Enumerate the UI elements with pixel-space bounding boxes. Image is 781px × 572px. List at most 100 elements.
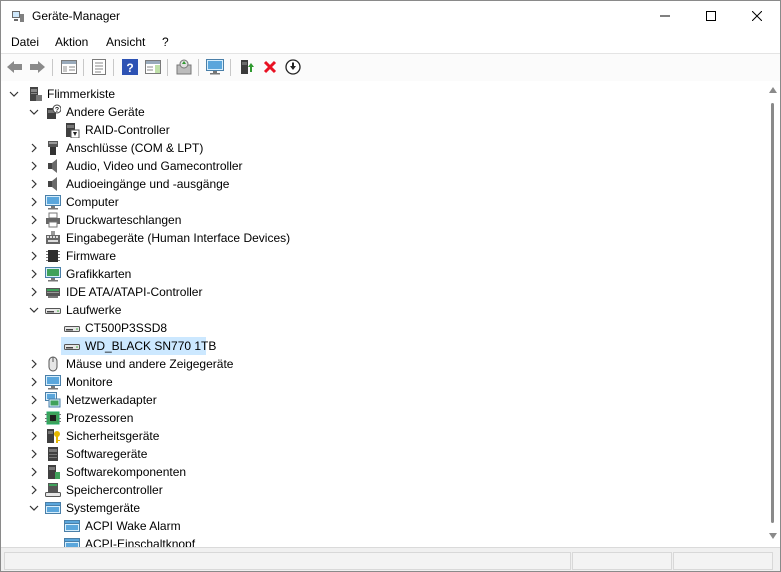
hid-icon bbox=[46, 231, 60, 244]
tree-category-druckwarteschlangen[interactable]: Druckwarteschlangen bbox=[1, 211, 761, 229]
device-manager-window: Geräte-Manager Datei Aktion Ansicht ? ? … bbox=[0, 0, 781, 572]
security-key-icon bbox=[47, 429, 60, 443]
close-icon bbox=[752, 11, 762, 21]
expand-chevron-icon[interactable] bbox=[29, 467, 39, 477]
tree-category-monitore[interactable]: Monitore bbox=[1, 373, 761, 391]
tree-item-label: Audio, Video und Gamecontroller bbox=[66, 159, 243, 173]
device-tree[interactable]: Flimmerkiste ? Andere Geräte RAID-Controll… bbox=[1, 81, 766, 547]
tree-item-label: Computer bbox=[66, 195, 119, 209]
expand-chevron-icon[interactable] bbox=[29, 395, 39, 405]
action-pane-button[interactable] bbox=[143, 58, 163, 76]
tree-category-laufwerke[interactable]: Laufwerke bbox=[1, 301, 761, 319]
expand-chevron-icon[interactable] bbox=[29, 179, 39, 189]
collapse-chevron-icon[interactable] bbox=[29, 503, 39, 513]
tree-category-audioeingänge-und-ausgänge[interactable]: Audioeingänge und -ausgänge bbox=[1, 175, 761, 193]
expand-chevron-icon[interactable] bbox=[29, 233, 39, 243]
tree-device-raid-controller[interactable]: RAID-Controller bbox=[1, 121, 761, 139]
tree-category-ide-ata-atapi-controller[interactable]: IDE ATA/ATAPI-Controller bbox=[1, 283, 761, 301]
tree-category-netzwerkadapter[interactable]: Netzwerkadapter bbox=[1, 391, 761, 409]
expand-chevron-icon[interactable] bbox=[29, 287, 39, 297]
tree-category-firmware[interactable]: Firmware bbox=[1, 247, 761, 265]
expand-chevron-icon[interactable] bbox=[29, 413, 39, 423]
show-hide-console-tree-icon bbox=[61, 60, 77, 74]
toolbar-separator bbox=[52, 59, 53, 76]
enable-device-button[interactable] bbox=[237, 58, 257, 76]
expand-chevron-icon[interactable] bbox=[29, 431, 39, 441]
forward-button[interactable] bbox=[27, 58, 47, 76]
toolbar-separator bbox=[83, 59, 84, 76]
maximize-icon bbox=[706, 11, 716, 21]
tree-category-speichercontroller[interactable]: Speichercontroller bbox=[1, 481, 761, 499]
collapse-chevron-icon[interactable] bbox=[29, 107, 39, 117]
menu-ansicht[interactable]: Ansicht bbox=[106, 35, 145, 49]
chip-icon bbox=[46, 250, 60, 262]
tree-item-label: Netzwerkadapter bbox=[66, 393, 157, 407]
tree-device-wd-black-sn770-1tb[interactable]: WD_BLACK SN770 1TB bbox=[1, 337, 761, 355]
console-tree-button[interactable] bbox=[59, 58, 79, 76]
menu-aktion[interactable]: Aktion bbox=[55, 35, 88, 49]
tree-category-grafikkarten[interactable]: Grafikkarten bbox=[1, 265, 761, 283]
status-cell-secondary bbox=[572, 552, 672, 570]
printer-icon bbox=[46, 212, 60, 228]
expand-chevron-icon[interactable] bbox=[29, 161, 39, 171]
help-icon: ? bbox=[122, 59, 138, 75]
tree-item-label: RAID-Controller bbox=[85, 123, 170, 137]
tree-item-label: Firmware bbox=[66, 249, 116, 263]
expand-chevron-icon[interactable] bbox=[29, 377, 39, 387]
expand-chevron-icon[interactable] bbox=[29, 449, 39, 459]
storage-controller-icon bbox=[45, 483, 61, 497]
tree-device-acpi-einschaltknopf[interactable]: ACPI-Einschaltknopf bbox=[1, 535, 761, 547]
close-button[interactable] bbox=[734, 1, 780, 31]
scrollbar-thumb[interactable] bbox=[771, 103, 774, 523]
enable-device-icon bbox=[241, 60, 254, 74]
tree-category-softwarekomponenten[interactable]: Softwarekomponenten bbox=[1, 463, 761, 481]
help-button[interactable]: ? bbox=[120, 58, 140, 76]
menu-help[interactable]: ? bbox=[162, 35, 169, 49]
maximize-button[interactable] bbox=[688, 1, 734, 31]
expand-chevron-icon[interactable] bbox=[29, 269, 39, 279]
tree-category-prozessoren[interactable]: Prozessoren bbox=[1, 409, 761, 427]
tree-category-anschlüsse-com-lpt[interactable]: Anschlüsse (COM & LPT) bbox=[1, 139, 761, 157]
tree-item-label: CT500P3SSD8 bbox=[85, 321, 168, 335]
back-button[interactable] bbox=[5, 58, 25, 76]
back-icon bbox=[7, 61, 22, 73]
collapse-chevron-icon[interactable] bbox=[29, 305, 39, 315]
expand-chevron-icon[interactable] bbox=[29, 215, 39, 225]
uninstall-device-button[interactable] bbox=[260, 58, 280, 76]
svg-text:?: ? bbox=[126, 61, 133, 75]
tree-item-label: Softwaregeräte bbox=[66, 447, 148, 461]
download-driver-button[interactable] bbox=[283, 58, 303, 76]
properties-button[interactable] bbox=[89, 58, 109, 76]
toolbar: ? bbox=[1, 53, 780, 82]
tree-item-label: ACPI Wake Alarm bbox=[85, 519, 181, 533]
tree-category-sicherheitsgeräte[interactable]: Sicherheitsgeräte bbox=[1, 427, 761, 445]
tree-root[interactable]: Flimmerkiste bbox=[1, 85, 761, 103]
scroll-down-arrow-icon[interactable] bbox=[769, 533, 777, 539]
tree-item-label: Mäuse und andere Zeigegeräte bbox=[66, 357, 234, 371]
tree-category-mäuse-und-andere-zeigegeräte[interactable]: Mäuse und andere Zeigegeräte bbox=[1, 355, 761, 373]
system-device-icon bbox=[64, 538, 80, 547]
scan-hardware-button[interactable] bbox=[205, 58, 225, 76]
tree-category-softwaregeräte[interactable]: Softwaregeräte bbox=[1, 445, 761, 463]
vertical-scrollbar[interactable] bbox=[766, 81, 780, 547]
status-cell-tertiary bbox=[673, 552, 773, 570]
tree-category-andere-geräte[interactable]: ? Andere Geräte bbox=[1, 103, 761, 121]
minimize-button[interactable] bbox=[642, 1, 688, 31]
tree-device-ct500p3ssd8[interactable]: CT500P3SSD8 bbox=[1, 319, 761, 337]
expand-chevron-icon[interactable] bbox=[29, 485, 39, 495]
tree-category-audio-video-und-gamecontroller[interactable]: Audio, Video und Gamecontroller bbox=[1, 157, 761, 175]
expand-chevron-icon[interactable] bbox=[29, 251, 39, 261]
tree-device-acpi-wake-alarm[interactable]: ACPI Wake Alarm bbox=[1, 517, 761, 535]
scroll-up-arrow-icon[interactable] bbox=[769, 87, 777, 93]
tree-item-label: IDE ATA/ATAPI-Controller bbox=[66, 285, 203, 299]
device-manager-app-icon bbox=[12, 11, 24, 22]
collapse-chevron-icon[interactable] bbox=[9, 89, 19, 99]
menu-datei[interactable]: Datei bbox=[11, 35, 39, 49]
expand-chevron-icon[interactable] bbox=[29, 359, 39, 369]
tree-category-systemgeräte[interactable]: Systemgeräte bbox=[1, 499, 761, 517]
tree-category-eingabegeräte-human-interface-devices[interactable]: Eingabegeräte (Human Interface Devices) bbox=[1, 229, 761, 247]
update-driver-button[interactable] bbox=[174, 58, 194, 76]
tree-category-computer[interactable]: Computer bbox=[1, 193, 761, 211]
expand-chevron-icon[interactable] bbox=[29, 197, 39, 207]
expand-chevron-icon[interactable] bbox=[29, 143, 39, 153]
